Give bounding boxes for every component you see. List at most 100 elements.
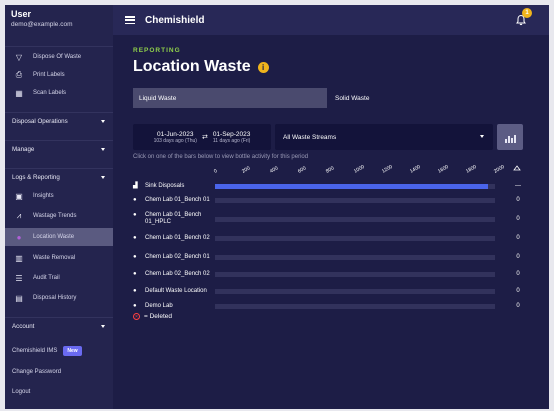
category-label-text: Chem Lab 01_Bench 01 — [145, 197, 210, 203]
section-label: Manage — [12, 146, 35, 153]
section-manage[interactable]: Manage — [5, 140, 113, 158]
sidebar-item-label: Insights — [33, 193, 54, 199]
location-pin-icon: ● — [133, 197, 137, 203]
location-pin-icon: ● — [133, 235, 137, 241]
category-label[interactable]: ● Default Waste Location — [133, 288, 223, 295]
sidebar-item-label: Audit Trail — [33, 275, 60, 281]
section-label: Account — [12, 323, 35, 330]
category-label[interactable]: ● Chem Lab 01_Bench 02 — [133, 235, 223, 242]
location-pin-icon: ● — [133, 212, 137, 218]
x-tick-label: 1800 — [465, 164, 478, 175]
chevron-down-icon — [101, 176, 105, 179]
location-icon: ● — [16, 232, 22, 242]
sidebar-item-label: Waste Removal — [33, 255, 76, 261]
bar-value-label: 0 — [516, 271, 520, 277]
bar-track[interactable] — [215, 289, 495, 294]
printer-icon: ⎙ — [15, 70, 23, 79]
category-label[interactable]: ▟ Sink Disposals — [133, 183, 223, 190]
section-label: Logs & Reporting — [12, 174, 60, 181]
sink-icon: ▟ — [133, 183, 138, 189]
deleted-x-icon: × — [133, 313, 140, 320]
sidebar-item-location-waste[interactable]: ● Location Waste — [5, 228, 113, 246]
bar-value-label: 0 — [516, 197, 520, 203]
sidebar-item-label: Location Waste — [33, 234, 75, 240]
location-pin-icon: ● — [133, 254, 137, 260]
user-block[interactable]: User demo@example.com — [5, 5, 113, 47]
sidebar-item-label: Logout — [12, 389, 31, 395]
x-tick-label: 2000 — [493, 164, 506, 175]
category-label-text: Chem Lab 02_Bench 02 — [145, 271, 210, 277]
x-tick-label: 600 — [297, 165, 307, 174]
new-badge: New — [63, 346, 82, 356]
category-label[interactable]: ● Demo Lab — [133, 303, 223, 310]
bar-track[interactable] — [215, 198, 495, 203]
bar-value-label: 0 — [516, 254, 520, 260]
category-label[interactable]: ● Chem Lab 01_Bench 01_HPLC — [133, 212, 223, 226]
category-label-text: Sink Disposals — [145, 183, 185, 189]
document-icon: ▤ — [15, 293, 23, 303]
x-tick-label: 200 — [241, 165, 251, 174]
sidebar-item-scan-labels[interactable]: ▦ Scan Labels — [5, 85, 113, 101]
sidebar-item-audit-trail[interactable]: ☰ Audit Trail — [5, 270, 113, 286]
sidebar-item-change-password[interactable]: Change Password — [12, 369, 61, 375]
chevron-down-icon — [101, 325, 105, 328]
bar-track[interactable] — [215, 236, 495, 241]
chevron-down-icon — [101, 120, 105, 123]
bar-value-label: 0 — [516, 303, 520, 309]
funnel-icon: ▽ — [15, 52, 23, 62]
sidebar-item-label: Wastage Trends — [33, 213, 77, 219]
sidebar-item-label: Chemishield IMS — [12, 348, 58, 354]
bar-track[interactable] — [215, 272, 495, 277]
sidebar-item-dispose-of-waste[interactable]: ▽ Dispose Of Waste — [5, 49, 113, 65]
bar-value-label: 0 — [516, 235, 520, 241]
section-logs-reporting[interactable]: Logs & Reporting — [5, 168, 113, 186]
sidebar-item-label: Dispose Of Waste — [33, 54, 82, 60]
section-disposal-operations[interactable]: Disposal Operations — [5, 112, 113, 130]
sidebar-item-logout[interactable]: Logout — [12, 389, 30, 395]
bar-value-label: 0 — [516, 216, 520, 222]
category-label[interactable]: ● Chem Lab 02_Bench 02 — [133, 271, 223, 278]
category-label-text: Chem Lab 01_Bench 01_HPLC — [145, 212, 202, 225]
x-tick-label: 1600 — [437, 164, 450, 175]
bar-track[interactable] — [215, 217, 495, 222]
category-label-text: Chem Lab 01_Bench 02 — [145, 235, 210, 241]
category-label[interactable]: ● Chem Lab 02_Bench 01 — [133, 254, 223, 261]
sidebar-item-label: Change Password — [12, 369, 62, 375]
x-tick-label: 400 — [269, 165, 279, 174]
sidebar-item-label: Scan Labels — [33, 90, 67, 96]
bar[interactable] — [215, 184, 488, 189]
user-email: demo@example.com — [11, 21, 73, 28]
sidebar-item-disposal-history[interactable]: ▤ Disposal History — [5, 290, 113, 306]
trend-icon: ⩘ — [16, 211, 22, 220]
section-account[interactable]: Account — [5, 317, 113, 335]
chevron-down-icon — [101, 148, 105, 151]
x-tick-label: 1000 — [353, 164, 366, 175]
x-tick-label: 1400 — [409, 164, 422, 175]
sidebar-item-chemishield-ims[interactable]: Chemishield IMS New — [12, 346, 82, 356]
category-label[interactable]: ● Chem Lab 01_Bench 01 — [133, 197, 223, 204]
main-content: Chemishield 1 REPORTING Location Waste i… — [113, 5, 549, 409]
list-icon: ☰ — [15, 273, 23, 283]
x-tick-label: 1200 — [381, 164, 394, 175]
sidebar-item-print-labels[interactable]: ⎙ Print Labels — [5, 67, 113, 83]
app-window: User demo@example.com ▽ Dispose Of Waste… — [5, 5, 549, 409]
sidebar-item-label: Print Labels — [33, 72, 65, 78]
section-label: Disposal Operations — [12, 118, 68, 125]
recycle-icon — [513, 165, 521, 171]
sidebar-item-insights[interactable]: ▣ Insights — [5, 188, 113, 204]
deleted-legend: × = Deleted — [133, 313, 172, 320]
bar-track[interactable] — [215, 255, 495, 260]
x-tick-label: 800 — [325, 165, 335, 174]
qr-icon: ▦ — [15, 88, 23, 98]
sidebar-item-waste-removal[interactable]: ▥ Waste Removal — [5, 250, 113, 266]
bin-icon: ▥ — [15, 253, 23, 263]
category-label-text: Demo Lab — [145, 303, 173, 309]
category-label-text: Chem Lab 02_Bench 01 — [145, 254, 210, 260]
location-pin-icon: ● — [133, 288, 137, 294]
sidebar-item-label: Disposal History — [33, 295, 77, 301]
bar-value-label: 0 — [516, 288, 520, 294]
sidebar: User demo@example.com ▽ Dispose Of Waste… — [5, 5, 113, 409]
sidebar-item-wastage-trends[interactable]: ⩘ Wastage Trends — [5, 208, 113, 224]
bar-track[interactable] — [215, 304, 495, 309]
user-name: User — [11, 9, 32, 19]
